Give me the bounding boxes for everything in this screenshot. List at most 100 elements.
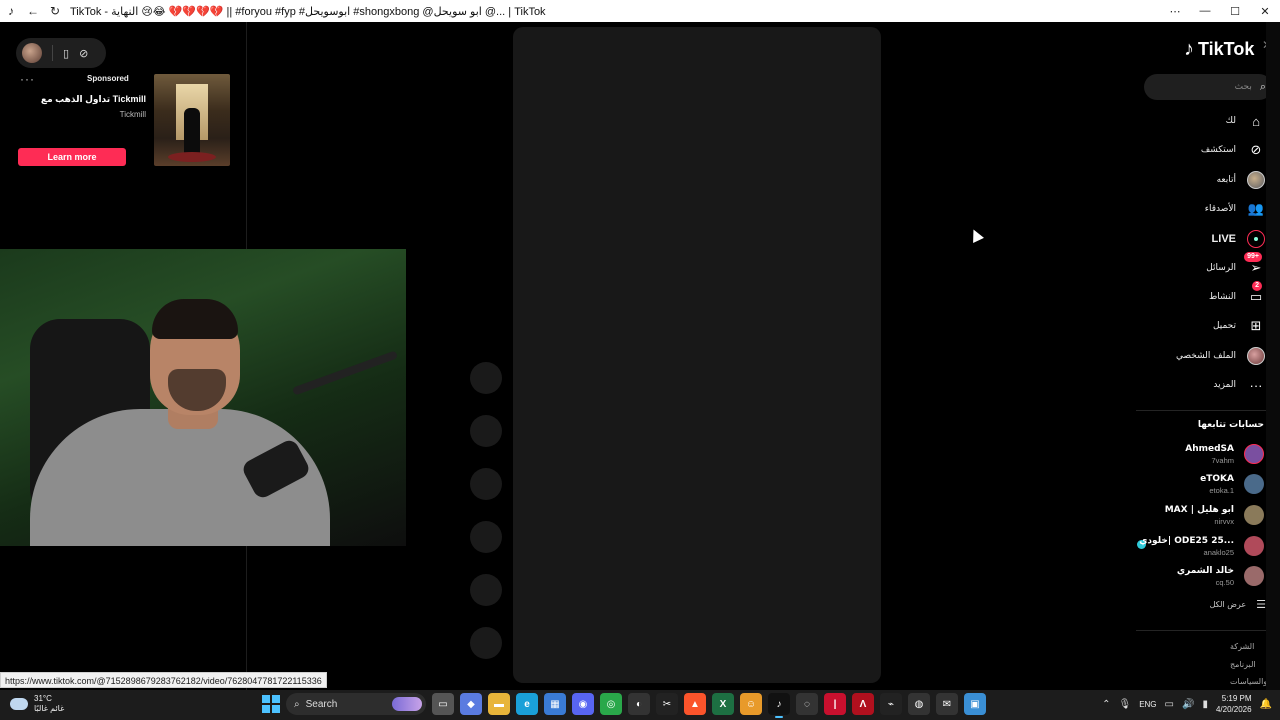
action-button-2[interactable] (470, 415, 502, 447)
video-player[interactable] (513, 27, 881, 683)
windows-start-icon[interactable] (262, 695, 280, 713)
nav-item-more[interactable]: المزيد ··· (1140, 374, 1266, 396)
nav-item-messages[interactable]: الرسائل ➢ 99+ (1140, 252, 1266, 279)
brave-icon[interactable]: ▲ (684, 693, 706, 715)
ad-brand[interactable]: Tickmill (72, 110, 146, 119)
following-account[interactable]: AhmedSA 7vahm (1130, 442, 1266, 468)
following-account[interactable]: eTOKA etoka.1 (1130, 472, 1266, 498)
system-tray: ⌃ 🎙 ENG ▭ 🔊 ▮ 5:19 PM 4/20/2026 🔔 (1102, 693, 1272, 715)
taskbar-search[interactable]: ⌕ Search (286, 693, 426, 715)
ad-headline[interactable]: تداول الذهب مع Tickmill (32, 94, 146, 105)
discord-icon[interactable]: ◉ (572, 693, 594, 715)
sidebar-divider (1136, 630, 1266, 631)
excel-icon[interactable]: X (712, 693, 734, 715)
reload-icon[interactable]: ↻ (44, 0, 66, 22)
obs-icon[interactable]: ◐ (628, 693, 650, 715)
nav-item-following[interactable]: أتابعه (1140, 169, 1266, 191)
network-icon[interactable]: ▭ (1165, 699, 1174, 710)
nav-label: لك (1225, 116, 1236, 126)
app-ring-icon[interactable]: ◌ (796, 693, 818, 715)
weather-desc: غائم غالبًا (34, 704, 65, 713)
phone-icon[interactable]: ▯ (63, 47, 69, 60)
ad-avatar[interactable] (22, 43, 42, 63)
action-button-1[interactable] (470, 362, 502, 394)
following-accounts-title: حسابات تتابعها (1197, 420, 1264, 430)
nav-item-profile[interactable]: الملف الشخصي (1140, 345, 1266, 367)
link-status-url: https://www.tiktok.com/@7152898679283762… (0, 672, 327, 688)
nav-item-explore[interactable]: استكشف ⊘ (1140, 139, 1266, 161)
app-mail-icon[interactable]: ✉ (936, 693, 958, 715)
app-globe-icon[interactable]: ◍ (908, 693, 930, 715)
action-button-5[interactable] (470, 574, 502, 606)
cloud-icon (10, 698, 28, 710)
compass-icon: ⊘ (1250, 142, 1262, 157)
app-arrow-icon[interactable]: Λ (852, 693, 874, 715)
see-all-label: عرض الكل (1209, 600, 1247, 609)
profile-icon (1246, 346, 1266, 366)
tiktok-icon[interactable]: ♪ (768, 693, 790, 718)
app-red-icon[interactable]: | (824, 693, 846, 715)
account-name: AhmedSA (1185, 444, 1234, 454)
avatar-icon (1246, 170, 1266, 190)
nav-item-upload[interactable]: تحميل ⊞ (1140, 315, 1266, 337)
volume-icon[interactable]: 🔊 (1182, 699, 1194, 710)
maximize-button[interactable]: ☐ (1220, 0, 1250, 22)
taskbar-apps: ⌕ Search ▭ ◆ ▬ e ▦ ◉ ◎ ◐ ✂ ▲ X ☺ ♪ ◌ | Λ ⌁ ◍ ✉ ▣ (262, 693, 986, 718)
nav-item-activity[interactable]: النشاط ▭ 2 (1140, 281, 1266, 308)
notification-bell-icon[interactable]: 🔔 (1260, 699, 1272, 710)
menu-button[interactable]: ⋯ (1160, 0, 1190, 22)
close-button[interactable]: ✕ (1250, 0, 1280, 22)
tiktok-logo[interactable]: ♪ TikTok (1184, 38, 1254, 61)
nav-label: الأصدقاء (1204, 204, 1236, 214)
account-avatar (1244, 566, 1264, 586)
nav-item-live[interactable]: LIVE (1140, 228, 1266, 250)
following-account[interactable]: MAX | ابو هليل nirvvx (1130, 503, 1266, 529)
copilot-icon[interactable]: ◆ (460, 693, 482, 715)
sponsored-ad-card: ··· Sponsored تداول الذهب مع Tickmill Ti… (12, 72, 232, 172)
app-badge-icon[interactable]: ☺ (740, 693, 762, 715)
search-input[interactable] (1161, 82, 1252, 92)
learn-more-button[interactable]: Learn more (18, 148, 126, 166)
account-avatar (1244, 444, 1264, 464)
ad-more-icon[interactable]: ··· (20, 72, 35, 86)
app-photos-icon[interactable]: ▣ (964, 693, 986, 715)
footer-link-company[interactable]: الشركة (1230, 642, 1254, 651)
ad-image[interactable] (154, 74, 230, 166)
following-account[interactable]: خلودي| ODE25 25... anaklo25 (1130, 534, 1266, 560)
account-handle: nirvvx (1214, 517, 1234, 526)
capcut-icon[interactable]: ✂ (656, 693, 678, 715)
store-icon[interactable]: ▦ (544, 693, 566, 715)
account-avatar (1244, 536, 1264, 556)
language-indicator[interactable]: ENG (1139, 700, 1156, 709)
action-button-4[interactable] (470, 521, 502, 553)
nav-label: المزيد (1213, 380, 1236, 390)
compass-icon[interactable]: ⊘ (79, 47, 88, 60)
file-explorer-icon[interactable]: ▬ (488, 693, 510, 715)
microphone-icon[interactable]: 🎙 (1118, 699, 1131, 710)
action-button-6[interactable] (470, 627, 502, 659)
account-avatar (1244, 474, 1264, 494)
edge-icon[interactable]: e (516, 693, 538, 715)
page-scrollbar[interactable] (1266, 22, 1280, 690)
tiktok-favicon-icon: ♪ (8, 4, 14, 18)
nav-label: الملف الشخصي (1176, 351, 1236, 361)
weather-temp: 31°C (34, 694, 52, 703)
action-button-3[interactable] (470, 468, 502, 500)
clock[interactable]: 5:19 PM 4/20/2026 (1216, 693, 1252, 715)
chevron-up-icon[interactable]: ⌃ (1102, 699, 1110, 710)
minimize-button[interactable]: — (1190, 0, 1220, 22)
battery-icon[interactable]: ▮ (1202, 699, 1208, 710)
back-arrow-icon[interactable]: ← (22, 0, 44, 22)
app-cut-icon[interactable]: ⌁ (880, 693, 902, 715)
window-title: TikTok - النهاية 😢😂 💔💔💔💔 || #foryou #fyp… (70, 5, 546, 18)
nav-item-friends[interactable]: الأصدقاء 👥 (1140, 198, 1266, 220)
weather-widget[interactable]: 31°C غائم غالبًا (10, 694, 64, 714)
nav-label: أتابعه (1216, 175, 1236, 185)
mouse-cursor-icon (968, 227, 984, 243)
footer-link-program[interactable]: البرنامج (1230, 660, 1256, 669)
following-account[interactable]: خالد الشمري cq.50 (1130, 564, 1266, 590)
see-all-link[interactable]: عرض الكل ☰ (1140, 598, 1266, 611)
chrome-icon[interactable]: ◎ (600, 693, 622, 715)
task-view-icon[interactable]: ▭ (432, 693, 454, 715)
nav-item-for-you[interactable]: لك ⌂ (1140, 110, 1266, 132)
